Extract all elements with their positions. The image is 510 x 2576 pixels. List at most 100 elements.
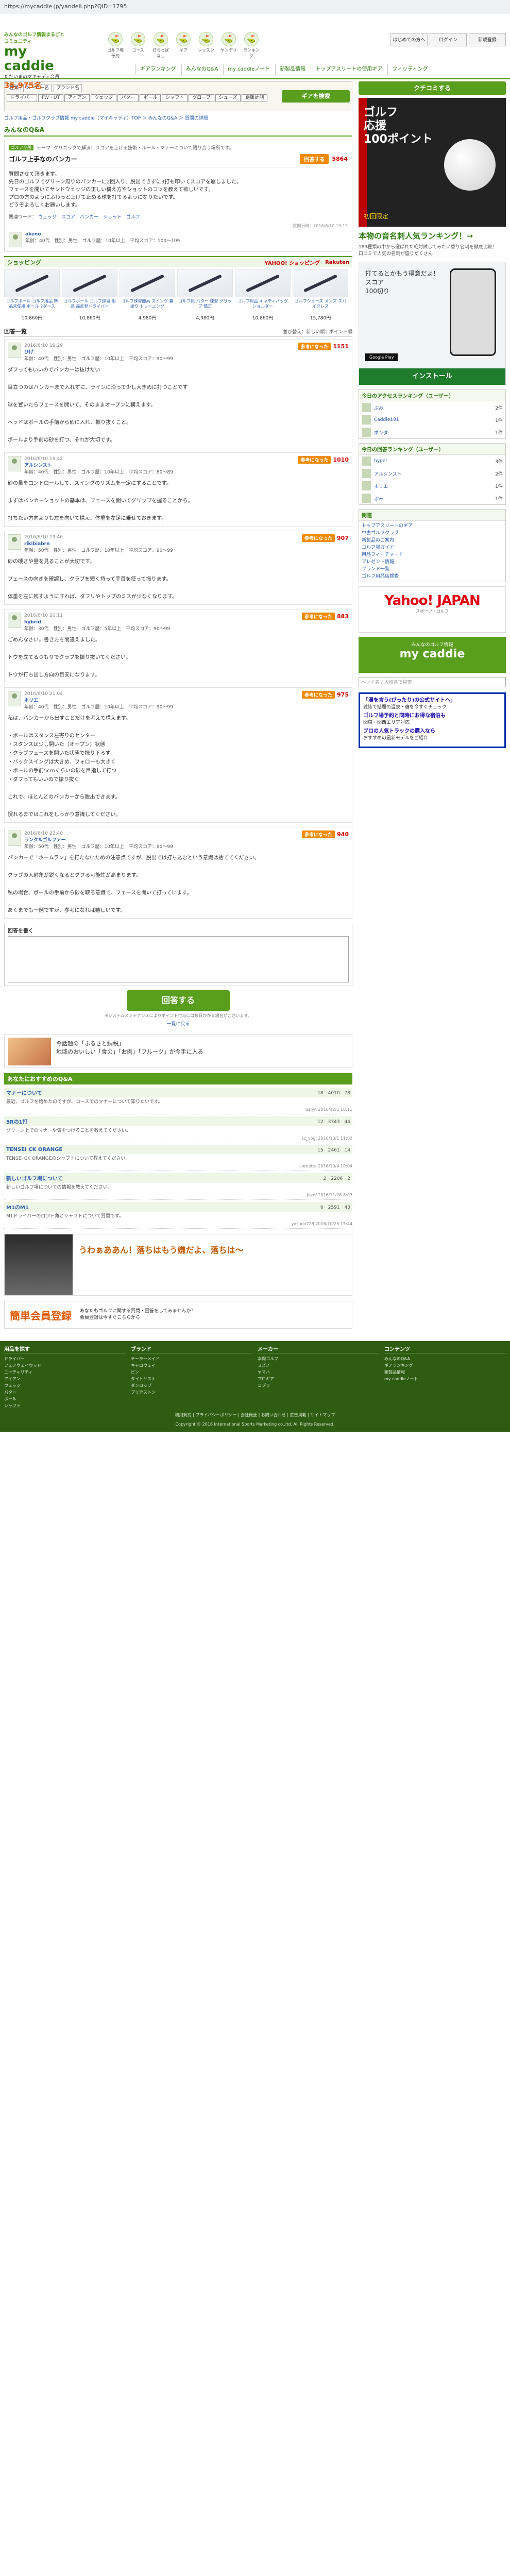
install-button[interactable]: インストール: [359, 368, 505, 385]
avatar[interactable]: [8, 343, 21, 358]
sidebar-link[interactable]: トップアスリートのギア: [362, 522, 503, 530]
answerer-name[interactable]: アルシンスト: [24, 463, 295, 469]
footer-link[interactable]: プロギア: [258, 1376, 379, 1382]
nav-item[interactable]: my caddieノート: [223, 64, 274, 75]
shop-item[interactable]: ゴルフ用 パター 練習 グリップ 矯正 4,980円: [177, 269, 233, 321]
furusato-banner[interactable]: 今話題の「ふるさと納税」 地域のおいしい「食の」「お肉」「フルーツ」が今手に入る: [4, 1034, 352, 1068]
icon-menu-item[interactable]: ⛳ ヤンデリ: [219, 32, 239, 59]
footer-link[interactable]: コブラ: [258, 1382, 379, 1389]
footer-link[interactable]: ミズノ: [258, 1362, 379, 1369]
footer-link[interactable]: ブリヂストン: [131, 1389, 252, 1396]
avatar[interactable]: [8, 831, 21, 846]
helpful-button[interactable]: 参考になった: [302, 613, 335, 620]
ranking-user[interactable]: Caddie101 1件: [359, 414, 505, 426]
footer-link[interactable]: 本間ゴルフ: [258, 1355, 379, 1362]
related-qa-item[interactable]: M1のM1 6 2591 43 M1ドライバーのロフト角とシャフトについて質問です…: [4, 1200, 352, 1229]
answer-textarea[interactable]: [8, 936, 349, 982]
submit-answer-button[interactable]: 回答する: [127, 990, 230, 1011]
sidebar-link[interactable]: ブランド一覧: [362, 566, 503, 573]
footer-link[interactable]: キャロウェイ: [131, 1362, 252, 1369]
footer-link[interactable]: ギアランキング: [384, 1362, 506, 1369]
footer-link[interactable]: ヤマハ: [258, 1369, 379, 1376]
answers-sort[interactable]: 並び替え：新しい順 | ポイント順: [283, 328, 352, 335]
footer-link[interactable]: ユーティリティ: [4, 1369, 126, 1376]
footer-link[interactable]: ドライバー: [4, 1355, 126, 1362]
promo-banner[interactable]: うわぁああん！落ちはもう嫌だよ、落ちは〜: [4, 1234, 352, 1296]
sidebar-search-input[interactable]: ヘッド名 / 人物名で検索: [359, 677, 506, 687]
text-ad-link[interactable]: 「湯を言う(ぴったり)の公式サイトへ」: [363, 697, 501, 704]
helpful-button[interactable]: 参考になった: [298, 456, 331, 464]
yahoo-shopping-tab[interactable]: YAHOO! ショッピング: [265, 259, 320, 266]
tag-link[interactable]: ウェッジ: [38, 215, 57, 220]
google-play-badge[interactable]: Google Play: [365, 353, 398, 361]
avatar[interactable]: [9, 232, 22, 247]
top-link[interactable]: はじめての方へ: [390, 33, 428, 46]
category-chip[interactable]: ボール: [140, 94, 161, 102]
footer-link[interactable]: シャフト: [4, 1402, 126, 1409]
ranking-user[interactable]: ぷみ 2件: [359, 401, 505, 414]
sidebar-headline[interactable]: 本物の音名刺人気ランキング！→: [359, 231, 506, 241]
icon-menu-item[interactable]: ⛳ 打ちっぱなし: [151, 32, 171, 59]
avatar[interactable]: [8, 534, 21, 550]
category-chip[interactable]: FW・UT: [38, 94, 63, 102]
category-chip[interactable]: パター: [117, 94, 139, 102]
nav-item[interactable]: フィッティング: [387, 64, 432, 75]
icon-menu-item[interactable]: ⛳ ギア: [174, 32, 193, 59]
shop-item[interactable]: ゴルフボール ゴルフ用品 新品未使用 ボール 2ダース 10,860円: [4, 269, 60, 321]
footer-link[interactable]: タイトリスト: [131, 1376, 252, 1382]
footer-link[interactable]: ピン: [131, 1369, 252, 1376]
category-chip[interactable]: アイアン: [64, 94, 90, 102]
category-chip[interactable]: シャフト: [162, 94, 188, 102]
category-chip[interactable]: ウェッジ: [91, 94, 117, 102]
avatar[interactable]: [8, 456, 21, 471]
helpful-button[interactable]: 参考になった: [302, 534, 335, 542]
footer-link[interactable]: フェアウェイウッド: [4, 1362, 126, 1369]
footer-link[interactable]: my caddieノート: [384, 1376, 506, 1382]
nav-item[interactable]: トップアスリートの使用ギア: [311, 64, 386, 75]
rakuten-tab[interactable]: Rakuten: [325, 260, 349, 265]
text-ad-link[interactable]: ゴルフ場予約と同時にお得な宿泊も: [363, 713, 501, 720]
shop-item[interactable]: ゴルフ練習器具 スイング 素振り トレーニング 4,980円: [120, 269, 175, 321]
related-qa-item[interactable]: マナーについて 18 4010 78 最近、ゴルフを始めたのですが、コースでのマナ…: [4, 1086, 352, 1114]
avatar[interactable]: [8, 613, 21, 628]
breadcrumb[interactable]: ゴルフ用品・ゴルフクラブ情報 my caddie（マイキャディ）TOP ＞ みん…: [4, 114, 352, 121]
gear-search-button[interactable]: ギアを検索: [282, 90, 350, 103]
text-ad-link[interactable]: プロの人気トラックの購入なら: [363, 728, 501, 735]
mycaddie-banner[interactable]: みんなのゴルフ情報 my caddie: [359, 637, 506, 673]
nav-item[interactable]: ギアランキング: [135, 64, 180, 75]
sidebar-link[interactable]: ゴルフ場ガイド: [362, 544, 503, 551]
helpful-button[interactable]: 参考になった: [302, 831, 335, 838]
footer-link[interactable]: テーラーメイド: [131, 1355, 252, 1362]
helpful-button[interactable]: 参考になった: [302, 691, 335, 699]
helpful-button[interactable]: 参考になった: [298, 343, 331, 350]
sidebar-link[interactable]: 用品フィーチャード: [362, 551, 503, 558]
ranking-user[interactable]: hyper 3件: [359, 455, 505, 467]
ranking-user[interactable]: ホンダ 1件: [359, 426, 505, 438]
icon-menu-item[interactable]: ⛳ ランキング: [242, 32, 261, 59]
shop-item[interactable]: ゴルフシューズ メンズ スパイクレス 15,780円: [293, 269, 348, 321]
shop-item[interactable]: ゴルフ用品 キャディバッグ ショルダー 10,860円: [235, 269, 291, 321]
nav-item[interactable]: みんなのQ&A: [181, 64, 223, 75]
tag-link[interactable]: バンカー: [80, 215, 98, 220]
answer-button[interactable]: 回答する: [300, 154, 329, 164]
category-chip[interactable]: ドライバー: [7, 94, 37, 102]
footer-link[interactable]: アイアン: [4, 1376, 126, 1382]
category-chip[interactable]: シューズ: [215, 94, 241, 102]
browser-url-bar[interactable]: https://mycaddie.jp/yandeli.php?QID=1795: [0, 0, 510, 13]
yahoo-banner[interactable]: Yahoo! JAPAN スポーツ・ゴルフ: [359, 586, 506, 633]
tag-link[interactable]: ゴルフ: [126, 215, 140, 220]
avatar[interactable]: [8, 691, 21, 706]
footer-link[interactable]: ダンロップ: [131, 1382, 252, 1389]
answerer-name[interactable]: ホリエ: [24, 698, 299, 704]
sidebar-link[interactable]: 中古ゴルフクラブ: [362, 530, 503, 537]
nav-item[interactable]: 新製品情報: [275, 64, 310, 75]
sidebar-ad[interactable]: ゴルフ 応援 100ポイント 初回限定: [359, 98, 506, 227]
related-qa-item[interactable]: 新しいゴルフ場について 2 2206 2 新しいゴルフ場についての情報を教えてくだ…: [4, 1171, 352, 1200]
footer-link[interactable]: ボール: [4, 1396, 126, 1402]
ranking-user[interactable]: ホリエ 1件: [359, 480, 505, 492]
ranking-user[interactable]: ぷみ 1件: [359, 492, 505, 504]
review-button[interactable]: クチコミする: [359, 81, 506, 95]
site-logo[interactable]: みんなのゴルフ情報まるごとコミュニティ my caddie ただいまのマキャディ…: [4, 31, 69, 90]
related-qa-item[interactable]: TENSEI CK ORANGE 15 2461 14 TENSEI CK ORA…: [4, 1143, 352, 1171]
footer-link[interactable]: 新製品情報: [384, 1369, 506, 1376]
